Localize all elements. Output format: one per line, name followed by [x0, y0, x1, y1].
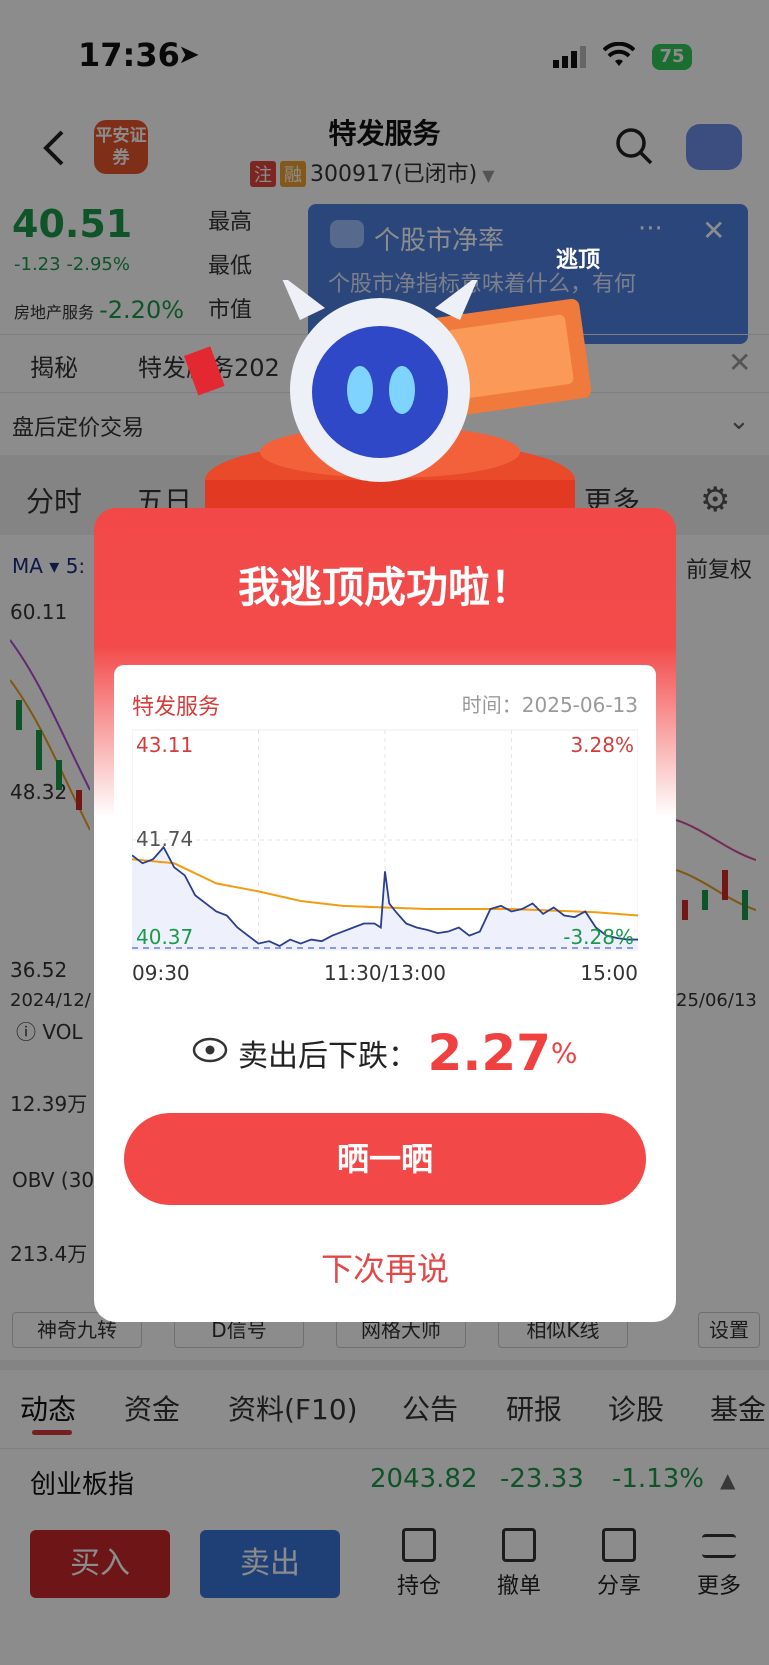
result-label: 卖出后下跌： [238, 1039, 418, 1074]
escape-success-modal: 我逃顶成功啦！ 特发服务 时间：2025-06-13 43.11 41.74 40.… [94, 508, 676, 1322]
intraday-chart: 43.11 41.74 40.37 3.28% -3.28% 09:30 11:30/13:… [131, 720, 639, 992]
y-tick-high: 43.11 [136, 733, 193, 757]
share-button[interactable]: 晒一晒 [124, 1113, 646, 1205]
robot-mascot-illustration: 逃顶 [180, 248, 600, 520]
y-tick-right-high: 3.28% [570, 733, 634, 757]
result-value: 2.27 [427, 1024, 551, 1082]
result-unit: % [550, 1036, 578, 1070]
x-tick-open: 09:30 [132, 961, 190, 985]
later-button[interactable]: 下次再说 [94, 1244, 676, 1290]
x-tick-mid: 11:30/13:00 [324, 961, 446, 985]
price-area [132, 847, 638, 950]
card-time: 时间：2025-06-13 [461, 693, 638, 717]
eye-icon[interactable] [192, 1036, 228, 1071]
y-tick-low: 40.37 [136, 925, 193, 949]
result-line: 卖出后下跌： 2.27% [94, 1024, 676, 1082]
result-card: 特发服务 时间：2025-06-13 43.11 41.74 40.37 3.28% -… [114, 665, 656, 995]
escape-top-badge: 逃顶 [556, 248, 601, 273]
modal-title: 我逃顶成功啦！ [237, 563, 532, 612]
y-tick-right-low: -3.28% [563, 925, 634, 949]
x-tick-close: 15:00 [580, 961, 638, 985]
card-stock-name: 特发服务 [132, 695, 221, 720]
y-tick-mid: 41.74 [136, 827, 193, 851]
